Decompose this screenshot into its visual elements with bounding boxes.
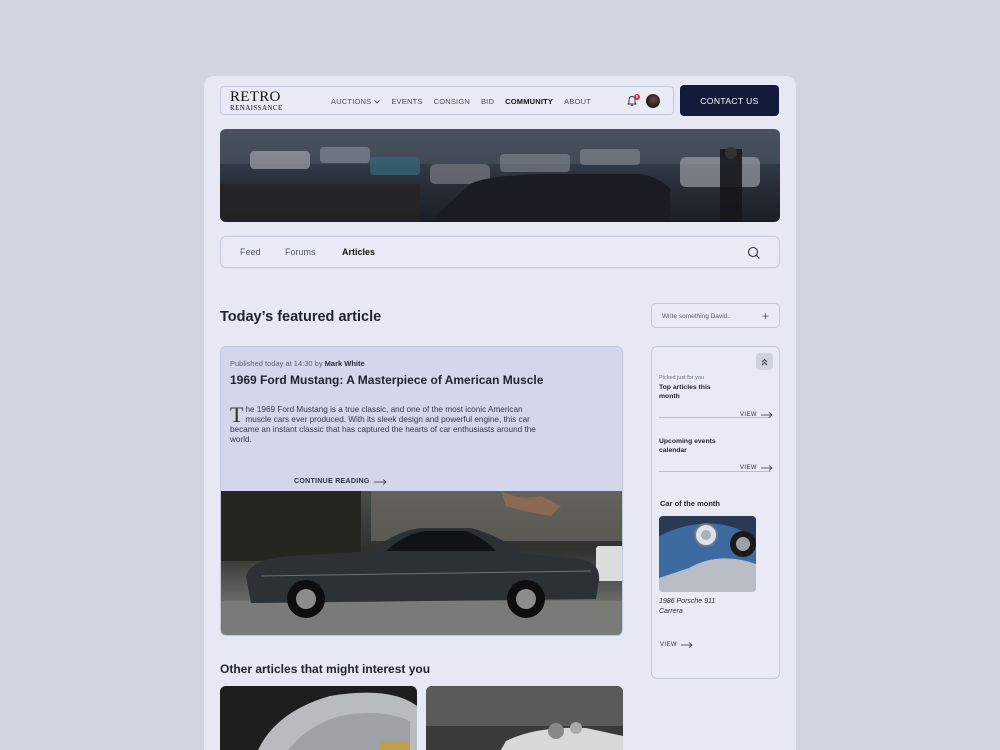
continue-reading-link[interactable]: CONTINUE READING <box>294 478 387 485</box>
drop-cap: T <box>230 402 244 427</box>
nav-item-about[interactable]: ABOUT <box>564 97 591 106</box>
brand-line2: RENAISSANCE <box>230 104 283 112</box>
view-label: VIEW <box>740 465 757 471</box>
top-navbar: RETRO RENAISSANCE AUCTIONS EVENTS CONSIG… <box>220 86 674 115</box>
brand-logo[interactable]: RETRO RENAISSANCE <box>230 90 283 112</box>
excerpt-text: he 1969 Ford Mustang is a true classic, … <box>230 405 536 444</box>
plus-icon[interactable]: + <box>762 309 769 323</box>
mustang-scene <box>221 491 622 635</box>
main-nav: AUCTIONS EVENTS CONSIGN BID COMMUNITY AB… <box>331 97 591 106</box>
notification-badge: 5 <box>634 94 640 100</box>
content-tabs: Feed Forums Articles <box>220 236 780 268</box>
arrow-right-icon <box>760 412 773 418</box>
sidebar-panel: Picked just for you Top articles this mo… <box>651 346 780 679</box>
article-thumbnail-1[interactable] <box>220 686 417 750</box>
tab-forums[interactable]: Forums <box>285 247 316 257</box>
hero-banner-image <box>220 129 780 222</box>
nav-item-consign[interactable]: CONSIGN <box>434 97 470 106</box>
search-icon[interactable] <box>747 246 761 260</box>
article-title[interactable]: 1969 Ford Mustang: A Masterpiece of Amer… <box>230 373 543 387</box>
divider <box>659 471 771 472</box>
mustang-photo <box>221 491 622 635</box>
other-articles-heading: Other articles that might interest you <box>220 662 431 676</box>
hero-scene <box>220 129 780 222</box>
porsche-rear-scene <box>220 686 417 750</box>
nav-item-bid[interactable]: BID <box>481 97 494 106</box>
article-thumbnail-2[interactable] <box>426 686 623 750</box>
nav-item-auctions[interactable]: AUCTIONS <box>331 97 381 106</box>
top-articles-heading: Top articles this month <box>659 384 711 400</box>
publish-info: Published today at 14:30 by Mark White <box>230 359 365 368</box>
view-label: VIEW <box>740 412 757 418</box>
composer-placeholder: Write something David.. <box>662 313 731 320</box>
author-name[interactable]: Mark White <box>325 359 365 368</box>
post-composer-input[interactable]: Write something David.. + <box>651 303 780 328</box>
arrow-right-icon <box>373 478 387 485</box>
convertible-scene <box>426 686 623 750</box>
nav-item-events[interactable]: EVENTS <box>391 97 422 106</box>
continue-label: CONTINUE READING <box>294 478 370 485</box>
nav-item-label: AUCTIONS <box>331 97 372 106</box>
publish-prefix: Published today at 14:30 by <box>230 359 325 368</box>
contact-us-button[interactable]: CONTACT US <box>680 85 779 116</box>
car-of-month-heading: Car of the month <box>660 499 720 508</box>
view-car-link[interactable]: VIEW <box>660 642 693 648</box>
arrow-right-icon <box>760 465 773 471</box>
tab-feed[interactable]: Feed <box>240 247 261 257</box>
user-avatar[interactable] <box>646 94 660 108</box>
upcoming-events-heading: Upcoming events calendar <box>659 438 716 454</box>
chevron-down-icon <box>374 99 381 104</box>
tab-articles[interactable]: Articles <box>342 247 375 257</box>
view-events-link[interactable]: VIEW <box>740 465 773 471</box>
picked-label: Picked just for you <box>659 375 704 381</box>
porsche-scene <box>659 516 756 592</box>
porsche-photo[interactable] <box>659 516 756 592</box>
brand-line1: RETRO <box>230 89 281 105</box>
arrow-right-icon <box>680 642 693 648</box>
nav-item-community[interactable]: COMMUNITY <box>505 97 553 106</box>
view-label: VIEW <box>660 642 677 648</box>
featured-article-card[interactable]: Published today at 14:30 by Mark White 1… <box>220 346 623 636</box>
page-card: RETRO RENAISSANCE AUCTIONS EVENTS CONSIG… <box>204 76 796 750</box>
car-name: 1986 Porsche 911 Carrera <box>659 598 716 615</box>
article-excerpt: The 1969 Ford Mustang is a true classic,… <box>230 402 540 445</box>
view-top-articles-link[interactable]: VIEW <box>740 412 773 418</box>
featured-heading: Today’s featured article <box>220 309 382 325</box>
collapse-icon[interactable] <box>756 353 773 370</box>
